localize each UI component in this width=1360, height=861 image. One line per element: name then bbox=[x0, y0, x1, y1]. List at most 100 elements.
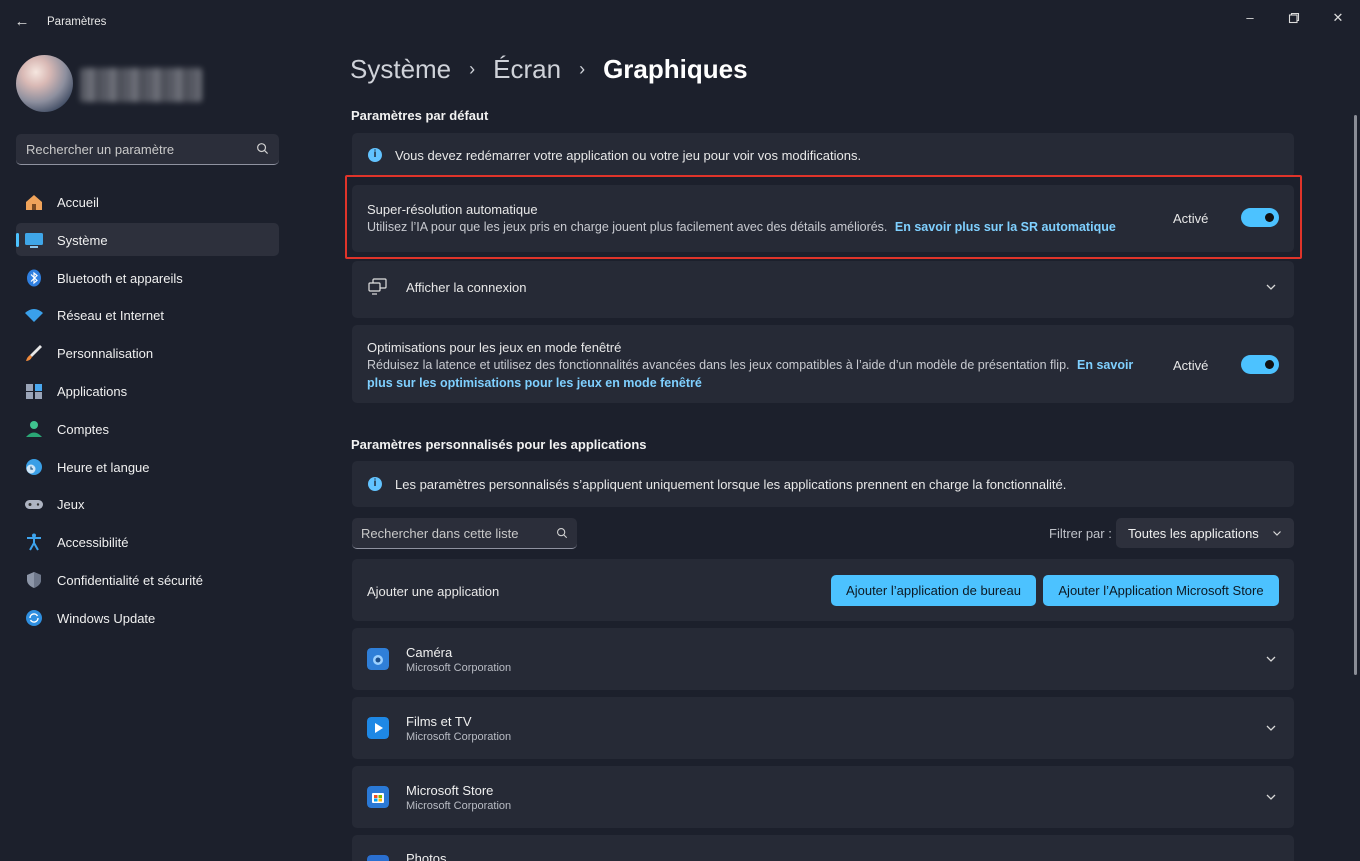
windowed-opt-desc: Réduisez la latence et utilisez des fonc… bbox=[367, 356, 1137, 392]
custom-info-card: i Les paramètres personnalisés s’appliqu… bbox=[352, 461, 1294, 507]
sidebar-nav: Accueil Système Bluetooth et appareils R… bbox=[16, 185, 279, 639]
app-name: Photos bbox=[406, 851, 447, 861]
app-publisher: Microsoft Corporation bbox=[406, 731, 512, 743]
sidebar-item-jeux[interactable]: Jeux bbox=[16, 487, 279, 520]
accessibility-icon bbox=[27, 533, 41, 551]
sidebar-item-confidentialite[interactable]: Confidentialité et sécurité bbox=[16, 563, 279, 596]
sidebar-item-label: Accessibilité bbox=[57, 535, 129, 551]
add-desktop-app-button[interactable]: Ajouter l’application de bureau bbox=[831, 575, 1036, 606]
windowed-opt-card: Optimisations pour les jeux en mode fenê… bbox=[352, 325, 1294, 403]
bluetooth-icon bbox=[27, 269, 41, 287]
photos-app-icon bbox=[367, 855, 389, 861]
info-icon: i bbox=[368, 148, 382, 162]
chevron-right-icon: › bbox=[579, 59, 586, 79]
search-icon[interactable] bbox=[556, 527, 568, 539]
home-icon bbox=[26, 195, 42, 210]
app-publisher: Microsoft Corporation bbox=[406, 800, 512, 812]
restart-info-text: Vous devez redémarrer votre application … bbox=[395, 148, 862, 163]
minimize-icon[interactable]: – bbox=[1238, 8, 1262, 28]
windowed-opt-desc-text: Réduisez la latence et utilisez des fonc… bbox=[367, 358, 1070, 372]
section-title-default: Paramètres par défaut bbox=[351, 108, 489, 123]
highlight-box bbox=[345, 175, 1302, 259]
restore-icon[interactable] bbox=[1282, 8, 1306, 28]
sidebar-item-bluetooth[interactable]: Bluetooth et appareils bbox=[16, 261, 279, 294]
person-icon bbox=[26, 420, 42, 437]
chevron-down-icon[interactable] bbox=[1265, 653, 1277, 665]
chevron-down-icon[interactable] bbox=[1265, 791, 1277, 803]
sidebar-item-label: Jeux bbox=[57, 497, 85, 513]
add-app-label: Ajouter une application bbox=[367, 584, 500, 599]
sidebar-item-label: Applications bbox=[57, 383, 128, 399]
scrollbar[interactable] bbox=[1354, 115, 1357, 675]
add-app-card: Ajouter une application Ajouter l’applic… bbox=[352, 559, 1294, 621]
chevron-down-icon[interactable] bbox=[1265, 722, 1277, 734]
breadcrumb-systeme[interactable]: Système bbox=[350, 54, 451, 85]
gamepad-icon bbox=[25, 500, 43, 510]
close-icon[interactable]: ✕ bbox=[1326, 8, 1350, 28]
store-app-icon bbox=[367, 786, 389, 808]
sidebar-item-reseau[interactable]: Réseau et Internet bbox=[16, 298, 279, 331]
films-tv-app-icon bbox=[367, 717, 389, 739]
display-connection-label: Afficher la connexion bbox=[406, 280, 527, 295]
back-arrow-icon[interactable]: ← bbox=[12, 12, 32, 32]
shield-icon bbox=[27, 571, 41, 588]
sidebar-item-applications[interactable]: Applications bbox=[16, 374, 279, 407]
settings-window: ← Paramètres – ✕ Accueil Système Bluetoo… bbox=[0, 0, 1360, 861]
add-store-app-button[interactable]: Ajouter l’Application Microsoft Store bbox=[1043, 575, 1279, 606]
app-publisher: Microsoft Corporation bbox=[406, 662, 512, 674]
section-title-custom: Paramètres personnalisés pour les applic… bbox=[351, 437, 647, 452]
sidebar-item-label: Comptes bbox=[57, 421, 110, 437]
apps-icon bbox=[26, 383, 42, 399]
sidebar-item-label: Confidentialité et sécurité bbox=[57, 572, 203, 588]
chevron-down-icon[interactable] bbox=[1265, 281, 1277, 293]
list-search[interactable] bbox=[352, 518, 577, 549]
camera-app-icon bbox=[367, 648, 389, 670]
sidebar-item-heure[interactable]: Heure et langue bbox=[16, 450, 279, 483]
search-icon[interactable] bbox=[256, 142, 269, 155]
windowed-opt-learn-more-link-a[interactable]: En bbox=[1077, 358, 1093, 372]
clock-globe-icon bbox=[26, 458, 42, 475]
custom-info-text: Les paramètres personnalisés s’appliquen… bbox=[395, 477, 1067, 492]
app-name: Microsoft Store bbox=[406, 783, 494, 798]
sidebar-item-label: Réseau et Internet bbox=[57, 308, 164, 324]
update-icon bbox=[26, 609, 42, 626]
display-connection-card[interactable]: Afficher la connexion bbox=[352, 261, 1294, 318]
sidebar-item-systeme[interactable]: Système bbox=[16, 222, 279, 256]
sidebar-item-label: Système bbox=[57, 232, 108, 248]
avatar[interactable] bbox=[16, 55, 73, 112]
list-search-input[interactable] bbox=[352, 518, 547, 548]
display-connection-icon bbox=[368, 278, 387, 295]
wifi-icon bbox=[25, 309, 43, 323]
brush-icon bbox=[26, 345, 42, 362]
app-name: Caméra bbox=[406, 645, 453, 660]
sidebar-item-accessibilite[interactable]: Accessibilité bbox=[16, 525, 279, 558]
breadcrumb-ecran[interactable]: Écran bbox=[493, 54, 561, 85]
filter-value: Toutes les applications bbox=[1128, 526, 1259, 541]
chevron-right-icon: › bbox=[469, 59, 476, 79]
sidebar-item-label: Heure et langue bbox=[57, 459, 150, 475]
sidebar-item-personnalisation[interactable]: Personnalisation bbox=[16, 336, 279, 369]
sidebar-item-label: Bluetooth et appareils bbox=[57, 270, 183, 286]
sidebar-item-label: Windows Update bbox=[57, 610, 156, 626]
sidebar-item-label: Accueil bbox=[57, 195, 99, 210]
sidebar-item-windows-update[interactable]: Windows Update bbox=[16, 601, 279, 634]
user-name-blurred bbox=[80, 68, 202, 102]
search-input[interactable] bbox=[16, 134, 246, 164]
sidebar-item-comptes[interactable]: Comptes bbox=[16, 412, 279, 445]
sidebar-item-accueil[interactable]: Accueil bbox=[16, 185, 279, 218]
title-bar: ← Paramètres – ✕ bbox=[0, 0, 1360, 44]
app-name: Films et TV bbox=[406, 714, 472, 729]
list-item[interactable]: Films et TV Microsoft Corporation bbox=[352, 697, 1294, 759]
monitor-icon bbox=[25, 232, 43, 248]
settings-search[interactable] bbox=[16, 134, 279, 165]
info-icon: i bbox=[368, 477, 382, 491]
windowed-opt-title: Optimisations pour les jeux en mode fenê… bbox=[367, 340, 622, 355]
chevron-down-icon bbox=[1273, 531, 1281, 536]
filter-dropdown[interactable]: Toutes les applications bbox=[1116, 518, 1294, 548]
list-item[interactable]: Caméra Microsoft Corporation bbox=[352, 628, 1294, 690]
restart-info-card: i Vous devez redémarrer votre applicatio… bbox=[352, 133, 1294, 177]
windowed-opt-toggle[interactable] bbox=[1241, 355, 1279, 374]
window-title: Paramètres bbox=[47, 16, 107, 28]
list-item[interactable]: Photos bbox=[352, 835, 1294, 861]
list-item[interactable]: Microsoft Store Microsoft Corporation bbox=[352, 766, 1294, 828]
